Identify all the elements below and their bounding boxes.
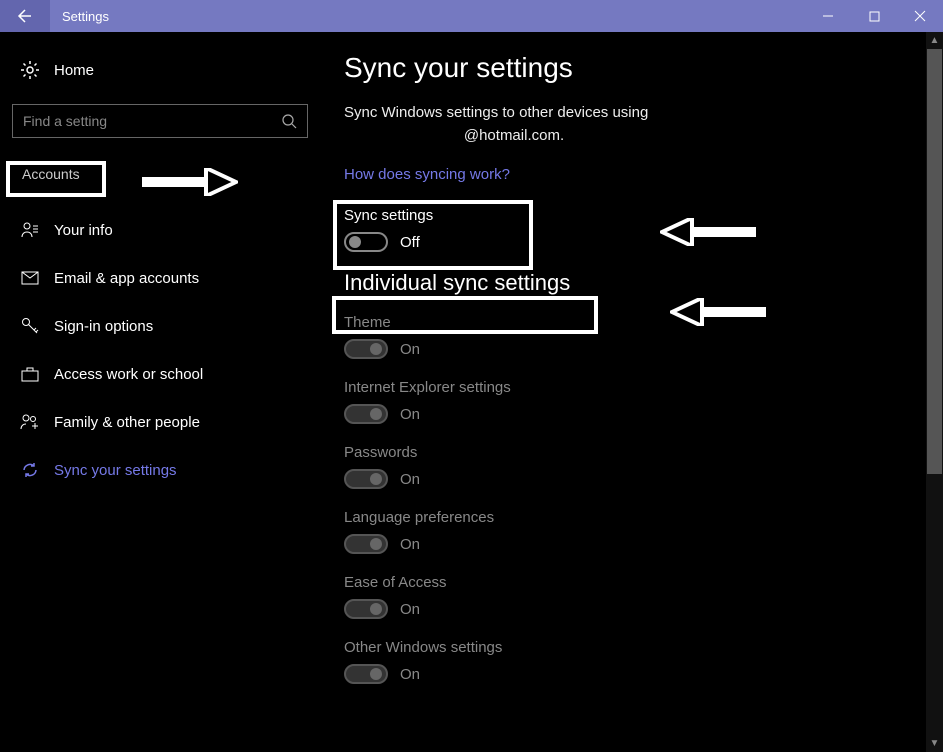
other-label: Other Windows settings	[344, 639, 923, 656]
ease-label: Ease of Access	[344, 574, 923, 591]
maximize-button[interactable]	[851, 0, 897, 32]
sync-settings-state: Off	[400, 234, 420, 251]
search-icon	[281, 113, 297, 129]
lang-toggle[interactable]	[344, 534, 388, 554]
mail-icon	[20, 271, 40, 285]
sync-settings-label: Sync settings	[344, 207, 923, 224]
other-toggle[interactable]	[344, 664, 388, 684]
theme-state: On	[400, 341, 420, 358]
minimize-button[interactable]	[805, 0, 851, 32]
sidebar-item-email[interactable]: Email & app accounts	[12, 254, 308, 302]
lang-label: Language preferences	[344, 509, 923, 526]
passwords-toggle[interactable]	[344, 469, 388, 489]
home-nav[interactable]: Home	[12, 50, 308, 90]
ease-toggle[interactable]	[344, 599, 388, 619]
key-icon	[20, 317, 40, 335]
individual-sync-title: Individual sync settings	[344, 270, 923, 296]
sidebar-item-label: Family & other people	[54, 414, 200, 431]
category-label: Accounts	[12, 160, 90, 188]
other-state: On	[400, 666, 420, 683]
passwords-label: Passwords	[344, 444, 923, 461]
person-icon	[20, 221, 40, 239]
sidebar-item-label: Email & app accounts	[54, 270, 199, 287]
sidebar-item-your-info[interactable]: Your info	[12, 206, 308, 254]
lang-block: Language preferences On	[344, 509, 923, 554]
back-button[interactable]	[0, 0, 50, 32]
passwords-block: Passwords On	[344, 444, 923, 489]
home-label: Home	[54, 62, 94, 79]
theme-toggle[interactable]	[344, 339, 388, 359]
ie-toggle[interactable]	[344, 404, 388, 424]
sidebar-item-label: Sign-in options	[54, 318, 153, 335]
main-content: Sync your settings Sync Windows settings…	[320, 32, 943, 752]
sidebar-item-sync[interactable]: Sync your settings	[12, 446, 308, 494]
title-bar: Settings	[0, 0, 943, 32]
ease-state: On	[400, 601, 420, 618]
ie-label: Internet Explorer settings	[344, 379, 923, 396]
sidebar-item-signin[interactable]: Sign-in options	[12, 302, 308, 350]
passwords-state: On	[400, 471, 420, 488]
gear-icon	[20, 60, 40, 80]
sidebar-item-family[interactable]: Family & other people	[12, 398, 308, 446]
page-description-line1: Sync Windows settings to other devices u…	[344, 102, 684, 123]
ie-state: On	[400, 406, 420, 423]
other-block: Other Windows settings On	[344, 639, 923, 684]
theme-block: Theme On	[344, 314, 923, 359]
scrollbar-thumb[interactable]	[927, 49, 942, 474]
ease-block: Ease of Access On	[344, 574, 923, 619]
sync-settings-block: Sync settings Off	[344, 207, 923, 252]
lang-state: On	[400, 536, 420, 553]
sidebar-item-label: Access work or school	[54, 366, 203, 383]
ie-block: Internet Explorer settings On	[344, 379, 923, 424]
people-icon	[20, 413, 40, 431]
page-description-line2: @hotmail.com.	[344, 127, 684, 144]
sidebar-item-label: Your info	[54, 222, 113, 239]
search-box[interactable]	[12, 104, 308, 138]
sidebar-item-label: Sync your settings	[54, 462, 177, 479]
window-title: Settings	[62, 9, 109, 24]
sync-settings-toggle[interactable]	[344, 232, 388, 252]
scroll-up-arrow[interactable]: ▲	[926, 32, 943, 49]
briefcase-icon	[20, 366, 40, 382]
search-input[interactable]	[23, 113, 281, 129]
theme-label: Theme	[344, 314, 923, 331]
sidebar: Home Accounts Your info Email & app acco…	[0, 32, 320, 752]
scroll-down-arrow[interactable]: ▼	[926, 735, 943, 752]
how-syncing-works-link[interactable]: How does syncing work?	[344, 166, 510, 183]
close-button[interactable]	[897, 0, 943, 32]
sidebar-item-work[interactable]: Access work or school	[12, 350, 308, 398]
page-title: Sync your settings	[344, 52, 923, 84]
vertical-scrollbar[interactable]: ▲ ▼	[926, 32, 943, 752]
sync-icon	[20, 461, 40, 479]
